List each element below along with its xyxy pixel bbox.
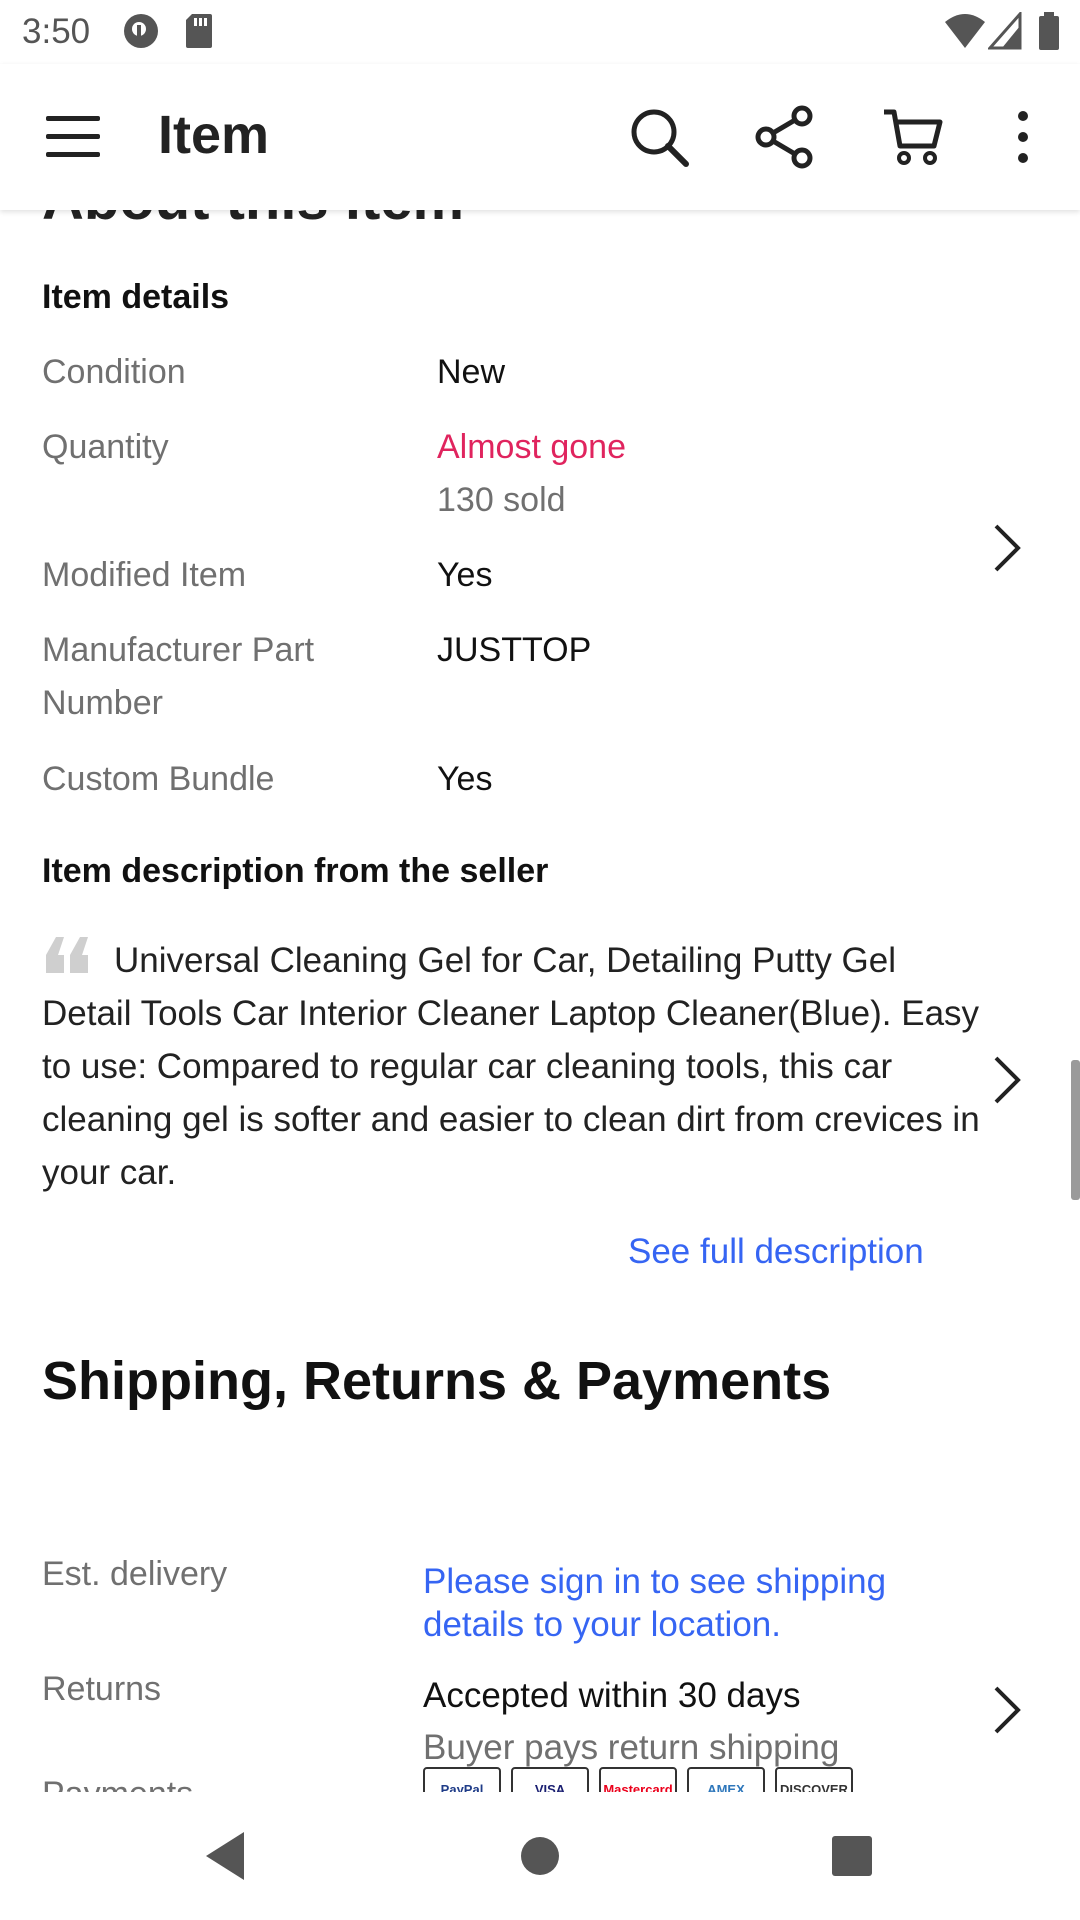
sign-in-shipping-link[interactable]: Please sign in to see shipping details t…	[423, 1560, 943, 1646]
share-icon[interactable]	[752, 104, 818, 170]
home-icon[interactable]	[512, 1828, 568, 1884]
more-vert-icon[interactable]	[988, 104, 1058, 170]
modified-item-value: Yes	[437, 556, 493, 594]
payment-methods: PayPal VISA Mastercard AMEX DISCOVER	[423, 1767, 853, 1792]
menu-icon[interactable]	[40, 104, 106, 170]
returns-label: Returns	[42, 1670, 162, 1708]
privacy-icon	[124, 14, 158, 48]
condition-value: New	[437, 353, 506, 391]
cart-icon[interactable]	[880, 104, 946, 170]
modified-item-label: Modified Item	[42, 556, 247, 594]
mpn-value: JUSTTOP	[437, 631, 592, 669]
amex-logo: AMEX	[687, 1767, 765, 1792]
page-title: Item	[158, 105, 270, 165]
mastercard-logo: Mastercard	[599, 1767, 677, 1792]
item-content[interactable]: About this item Item details Condition N…	[0, 210, 1080, 1792]
see-full-description-link[interactable]: See full description	[628, 1232, 924, 1272]
mpn-label: Manufacturer Part Number	[42, 631, 315, 722]
back-icon[interactable]	[198, 1828, 254, 1884]
description-text[interactable]: Universal Cleaning Gel for Car, Detailin…	[42, 934, 982, 1199]
battery-icon	[1039, 12, 1059, 50]
quantity-value: Almost gone	[437, 428, 626, 466]
item-details-chevron-icon[interactable]	[986, 520, 1026, 576]
discover-logo: DISCOVER	[775, 1767, 853, 1792]
app-bar: Item	[0, 64, 1080, 210]
scrollbar[interactable]	[1071, 1060, 1080, 1200]
paypal-logo: PayPal	[423, 1767, 501, 1792]
search-icon[interactable]	[626, 104, 692, 170]
description-heading: Item description from the seller	[42, 852, 549, 890]
shipping-heading: Shipping, Returns & Payments	[42, 1351, 832, 1411]
condition-label: Condition	[42, 353, 186, 391]
returns-chevron-icon[interactable]	[986, 1682, 1026, 1738]
visa-logo: VISA	[511, 1767, 589, 1792]
status-bar: 3:50	[0, 0, 1080, 64]
returns-value: Accepted within 30 days	[423, 1676, 801, 1715]
sd-card-icon	[186, 14, 212, 48]
custom-bundle-label: Custom Bundle	[42, 760, 275, 798]
wifi-icon	[945, 14, 985, 48]
description-chevron-icon[interactable]	[986, 1052, 1026, 1108]
system-nav-bar	[0, 1792, 1080, 1920]
payments-label: Payments	[42, 1775, 193, 1792]
custom-bundle-value: Yes	[437, 760, 493, 798]
cell-signal-icon	[988, 12, 1022, 50]
recents-icon[interactable]	[824, 1828, 880, 1884]
quantity-sold: 130 sold	[437, 481, 566, 519]
returns-sub: Buyer pays return shipping	[423, 1728, 840, 1767]
est-delivery-label: Est. delivery	[42, 1555, 228, 1593]
item-details-heading: Item details	[42, 278, 230, 316]
about-heading: About this item	[42, 210, 464, 233]
status-time: 3:50	[22, 12, 91, 51]
quantity-label: Quantity	[42, 428, 169, 466]
